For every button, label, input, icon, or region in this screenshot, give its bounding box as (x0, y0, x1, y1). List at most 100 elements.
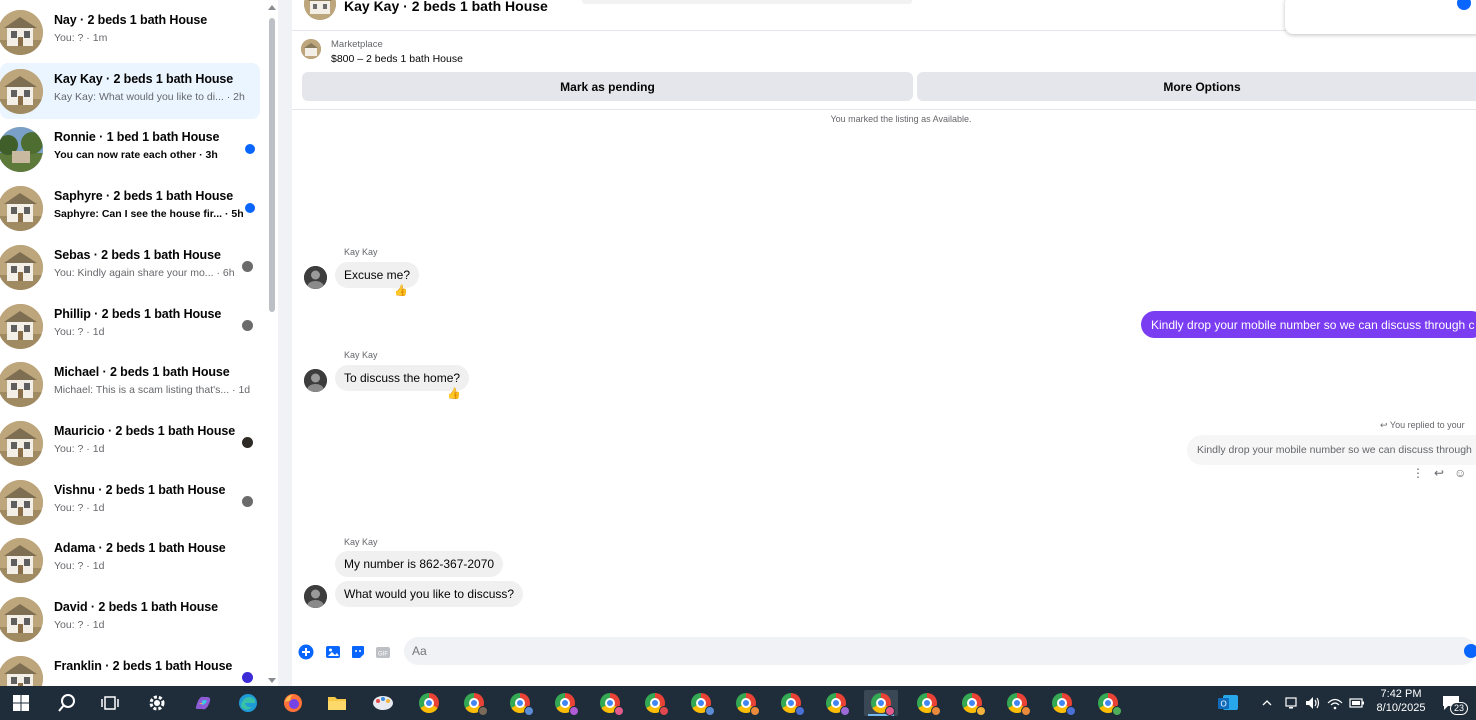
windows-start-icon[interactable] (4, 690, 38, 716)
sticker-icon[interactable] (350, 644, 366, 660)
listing-price[interactable]: $800 – 2 beds 1 bath House (331, 53, 463, 65)
system-clock[interactable]: 7:42 PM 8/10/2025 (1368, 687, 1434, 715)
paint-app-icon[interactable] (366, 690, 400, 716)
outlook-icon[interactable]: O (1211, 690, 1245, 716)
notification-center-icon[interactable]: 23 (1436, 690, 1468, 716)
conversation-avatar (0, 127, 43, 173)
chrome-profile-icon[interactable] (729, 690, 763, 716)
chrome-profile-icon[interactable] (548, 690, 582, 716)
message-composer: GIF (292, 636, 1476, 666)
chrome-profile-icon[interactable] (593, 690, 627, 716)
unread-dot-icon (245, 144, 255, 155)
conversation-item[interactable]: David · 2 beds 1 bath House You: ? · 1d (0, 591, 262, 647)
conversation-item[interactable]: Mauricio · 2 beds 1 bath House You: ? · 1… (0, 415, 262, 471)
reply-indicator-text: You replied to your (1389, 420, 1465, 430)
incoming-message[interactable]: My number is 862-367-2070 (335, 551, 504, 577)
firefox-icon[interactable] (276, 690, 310, 716)
conversation-item[interactable]: Sebas · 2 beds 1 bath House You: Kindly a… (0, 239, 262, 295)
conversation-avatar (0, 10, 43, 55)
mark-as-pending-button[interactable]: Mark as pending (302, 72, 913, 101)
chat-header: Kay Kay · 2 beds 1 bath House (292, 0, 1476, 34)
message-sender: Kay Kay (344, 247, 378, 257)
settings-gear-icon[interactable] (140, 690, 174, 716)
volume-icon[interactable] (1303, 690, 1323, 716)
chrome-profile-icon[interactable] (457, 690, 491, 716)
chrome-profile-icon[interactable] (774, 690, 808, 716)
conversation-avatar (0, 303, 43, 349)
scroll-up-arrow-icon[interactable] (268, 5, 276, 10)
listing-thumbnail[interactable] (301, 39, 321, 59)
chrome-profile-icon[interactable] (910, 690, 944, 716)
edge-icon[interactable] (231, 690, 265, 716)
incoming-message[interactable]: What would you like to discuss? (335, 581, 524, 607)
svg-text:GIF: GIF (378, 652, 388, 658)
conversation-item[interactable]: Vishnu · 2 beds 1 bath House You: ? · 1d (0, 474, 262, 530)
conversation-item[interactable]: Kay Kay · 2 beds 1 bath House Kay Kay: Wh… (0, 62, 260, 119)
conversation-preview: Kay Kay: What would you like to di... · … (54, 90, 245, 103)
gif-icon[interactable]: GIF (375, 644, 391, 660)
thumbs-up-reaction-icon[interactable]: 👍 (447, 387, 461, 400)
more-options-button[interactable]: More Options (917, 72, 1476, 101)
photo-icon[interactable] (325, 644, 341, 660)
conversation-avatar (0, 186, 43, 232)
windows-taskbar: O 7:42 PM 8/10/2025 23 (0, 686, 1476, 720)
conversation-preview: Saphyre: Can I see the house fir... · 5h (54, 208, 244, 221)
scroll-down-arrow-icon[interactable] (268, 678, 276, 683)
chrome-profile-icon[interactable] (638, 690, 672, 716)
conversation-title: Kay Kay · 2 beds 1 bath House (54, 71, 234, 86)
search-icon[interactable] (50, 690, 84, 716)
chrome-profile-icon[interactable] (1091, 690, 1125, 716)
conversation-preview: You can now rate each other · 3h (54, 149, 218, 162)
sidebar-scrollbar[interactable] (266, 0, 278, 686)
conversation-preview: You: Kindly again share your mo... · 6h (54, 266, 235, 279)
battery-icon[interactable] (1347, 690, 1367, 716)
seen-by-avatar (241, 494, 254, 508)
conversation-avatar (0, 68, 43, 114)
conversation-item[interactable]: Saphyre · 2 beds 1 bath House Saphyre: Ca… (0, 180, 262, 236)
chrome-profile-icon[interactable] (503, 690, 537, 716)
conversation-item[interactable]: Michael · 2 beds 1 bath House Michael: Th… (0, 356, 262, 412)
scrollbar-thumb[interactable] (269, 18, 275, 312)
wifi-icon[interactable] (1325, 690, 1345, 716)
conversation-item[interactable]: Nay · 2 beds 1 bath House You: ? · 1m (0, 4, 262, 60)
conversation-list: Nay · 2 beds 1 bath House You: ? · 1m Kay … (0, 0, 266, 686)
reply-icon[interactable]: ↩ (1434, 466, 1444, 480)
device-icon[interactable] (1281, 690, 1301, 716)
chrome-profile-icon[interactable] (819, 690, 853, 716)
sender-avatar[interactable] (304, 266, 327, 289)
file-explorer-icon[interactable] (320, 690, 354, 716)
task-view-icon[interactable] (93, 690, 127, 716)
react-icon[interactable]: ☺ (1454, 466, 1466, 480)
sender-avatar[interactable] (304, 369, 327, 392)
add-icon[interactable] (298, 644, 314, 660)
outgoing-message[interactable]: Kindly drop your mobile number so we can… (1141, 311, 1476, 338)
thumbs-up-reaction-icon[interactable]: 👍 (394, 284, 408, 297)
chrome-profile-icon[interactable] (1045, 690, 1079, 716)
chrome-profile-icon[interactable] (1000, 690, 1034, 716)
chat-title[interactable]: Kay Kay · 2 beds 1 bath House (344, 0, 548, 14)
seen-by-avatar (241, 259, 254, 273)
listing-avatar[interactable] (304, 0, 336, 20)
conversation-title: Michael · 2 beds 1 bath House (54, 365, 230, 380)
chrome-profile-icon[interactable] (955, 690, 989, 716)
header-popup (1285, 0, 1476, 34)
conversation-item[interactable]: Adama · 2 beds 1 bath House You: ? · 1d (0, 532, 262, 588)
sender-avatar[interactable] (304, 585, 327, 608)
chrome-icon[interactable] (412, 690, 446, 716)
message-input[interactable] (404, 637, 1476, 665)
chrome-profile-icon[interactable] (684, 690, 718, 716)
tray-overflow-chevron-icon[interactable] (1257, 690, 1277, 716)
chrome-profile-icon-active[interactable] (864, 690, 898, 716)
conversation-title: Vishnu · 2 beds 1 bath House (54, 482, 226, 497)
conversation-title: Mauricio · 2 beds 1 bath House (54, 423, 236, 438)
conversation-preview: You: ? · 1d (54, 560, 105, 573)
conversation-item[interactable]: Ronnie · 1 bed 1 bath House You can now r… (0, 121, 262, 177)
more-icon[interactable]: ⋮ (1412, 466, 1424, 480)
send-icon[interactable] (1464, 644, 1476, 658)
quoted-message[interactable]: Kindly drop your mobile number so we can… (1187, 435, 1476, 465)
clock-date: 8/10/2025 (1376, 702, 1426, 714)
conversation-item[interactable]: Franklin · 2 beds 1 bath House (0, 650, 262, 686)
marketplace-listing-bar: Marketplace $800 – 2 beds 1 bath House M… (292, 32, 1476, 110)
conversation-item[interactable]: Phillip · 2 beds 1 bath House You: ? · 1d (0, 298, 262, 354)
copilot-icon[interactable] (186, 690, 220, 716)
